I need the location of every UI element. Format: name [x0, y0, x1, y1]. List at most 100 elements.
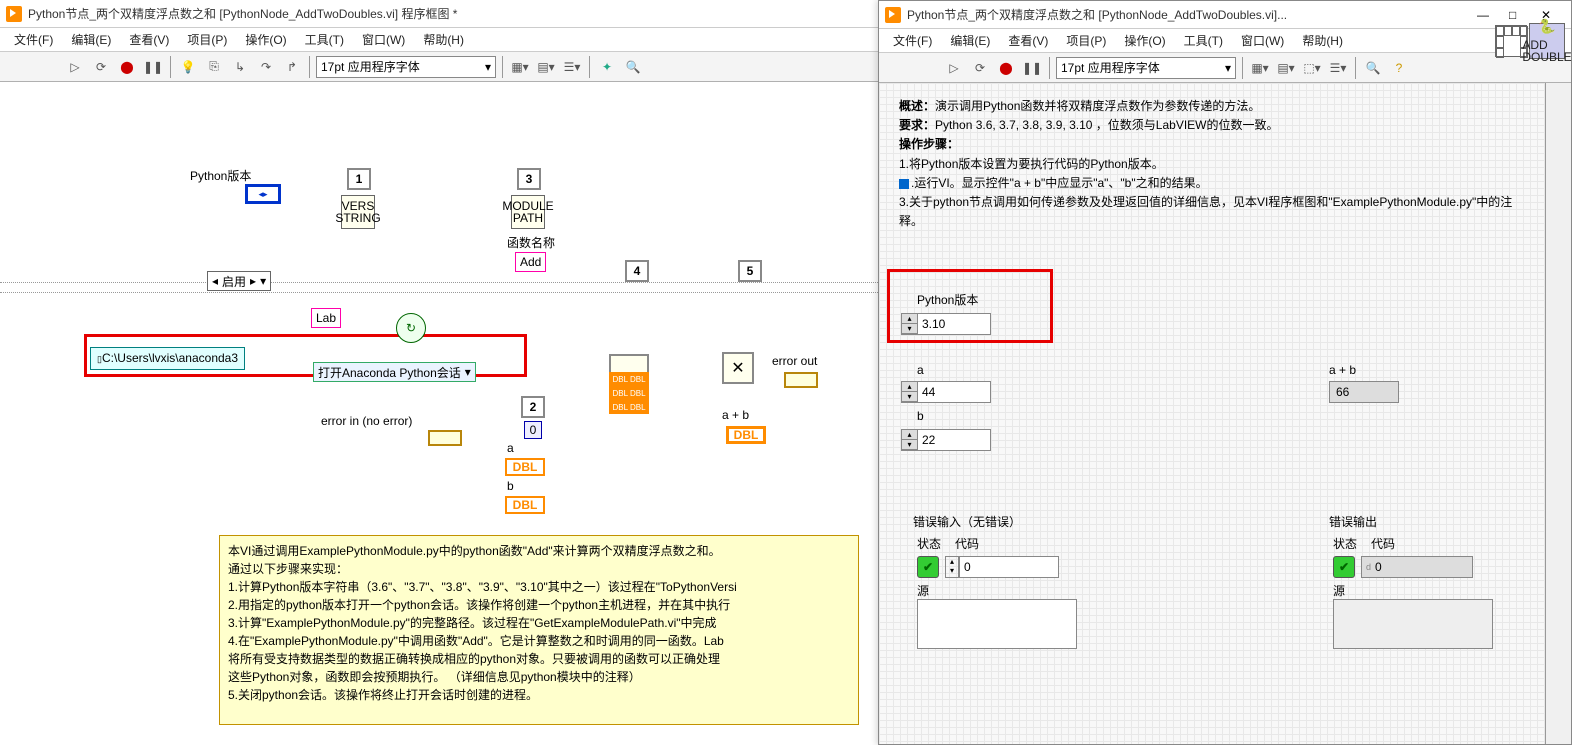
anaconda-path[interactable]: ▯C:\Users\lvxis\anaconda3 — [90, 347, 245, 370]
menu-window[interactable]: 窗口(W) — [354, 28, 413, 51]
dbl-grid2: DBL DBL — [609, 386, 649, 400]
a-terminal[interactable]: DBL — [505, 458, 545, 476]
a-control[interactable]: ▴▾ 44 — [901, 381, 991, 403]
fp-menu-view[interactable]: 查看(V) — [1000, 29, 1056, 52]
error-out-label: error out — [772, 354, 817, 368]
menu-project[interactable]: 项目(P) — [179, 28, 235, 51]
fp-pause-button[interactable]: ❚❚ — [1021, 57, 1043, 79]
fp-help-button[interactable]: ? — [1388, 57, 1410, 79]
run-button[interactable]: ▷ — [64, 56, 86, 78]
fp-menu-operate[interactable]: 操作(O) — [1116, 29, 1173, 52]
fp-menu-help[interactable]: 帮助(H) — [1294, 29, 1351, 52]
fp-menu-window[interactable]: 窗口(W) — [1233, 29, 1292, 52]
err-in-code[interactable]: 0 — [959, 556, 1059, 578]
abort-button[interactable]: ⬤ — [116, 56, 138, 78]
menu-view[interactable]: 查看(V) — [121, 28, 177, 51]
fp-titlebar: Python节点_两个双精度浮点数之和 [PythonNode_AddTwoDo… — [879, 1, 1571, 29]
enable-selector[interactable]: ◂启用▸▾ — [207, 271, 271, 291]
dbl-grid: DBL DBL — [609, 400, 649, 414]
menu-help[interactable]: 帮助(H) — [415, 28, 472, 51]
retain-button[interactable]: ⎘ — [203, 56, 225, 78]
module-path-node[interactable]: MODULE PATH — [511, 195, 545, 229]
menu-file[interactable]: 文件(F) — [6, 28, 61, 51]
func-name-label: 函数名称 — [507, 234, 555, 251]
err-in-led[interactable]: ✔ — [917, 556, 939, 578]
fp-toolbar: ▷ ⟳ ⬤ ❚❚ 17pt 应用程序字体▾ ▦▾ ▤▾ ⬚▾ ☰▾ 🔍 ? — [879, 53, 1571, 83]
app-icon — [885, 7, 901, 23]
err-in-source[interactable] — [917, 599, 1077, 649]
dbl-grid3: DBL DBL — [609, 372, 649, 386]
seq-4: 4 — [625, 260, 649, 282]
func-name-value[interactable]: Add — [515, 252, 546, 272]
ab-indicator: 66 — [1329, 381, 1399, 403]
bd-title: Python节点_两个双精度浮点数之和 [PythonNode_AddTwoDo… — [28, 5, 457, 22]
fp-menubar: 文件(F) 编辑(E) 查看(V) 项目(P) 操作(O) 工具(T) 窗口(W… — [879, 29, 1571, 53]
a-ctrl-label: a — [917, 363, 924, 377]
error-out-terminal[interactable] — [784, 372, 818, 388]
fp-menu-tools[interactable]: 工具(T) — [1176, 29, 1231, 52]
python-version-terminal[interactable]: ◂▸ — [245, 184, 281, 204]
error-out-cluster: 状态代码 ✔ d0 源 — [1333, 535, 1493, 649]
err-in-label: 错误输入（无错误） — [913, 513, 1021, 530]
seq-3: 3 — [517, 168, 541, 190]
menu-edit[interactable]: 编辑(E) — [63, 28, 119, 51]
menu-tools[interactable]: 工具(T) — [297, 28, 352, 51]
fp-menu-edit[interactable]: 编辑(E) — [942, 29, 998, 52]
fp-search-button[interactable]: 🔍 — [1362, 57, 1384, 79]
fp-abort-button[interactable]: ⬤ — [995, 57, 1017, 79]
font-selector[interactable]: 17pt 应用程序字体▾ — [316, 56, 496, 78]
ab-terminal[interactable]: DBL — [726, 426, 766, 444]
fp-menu-file[interactable]: 文件(F) — [885, 29, 940, 52]
error-in-cluster[interactable]: 状态代码 ✔ ▴▾0 源 — [917, 535, 1077, 649]
fp-font-selector[interactable]: 17pt 应用程序字体▾ — [1056, 57, 1236, 79]
ab-label: a + b — [722, 408, 749, 422]
step-out-button[interactable]: ↱ — [281, 56, 303, 78]
highlight-button[interactable]: 💡 — [177, 56, 199, 78]
bd-help-text: 本VI通过调用ExamplePythonModule.py中的python函数"… — [219, 535, 859, 725]
ab-ind-label: a + b — [1329, 363, 1356, 377]
pause-button[interactable]: ❚❚ — [142, 56, 164, 78]
fp-align-button[interactable]: ▦▾ — [1249, 57, 1271, 79]
python-version-label: Python版本 — [190, 167, 251, 184]
step-over-button[interactable]: ↷ — [255, 56, 277, 78]
minimize-button[interactable] — [1477, 8, 1491, 22]
error-in-terminal[interactable] — [428, 430, 462, 446]
b-control[interactable]: ▴▾ 22 — [901, 429, 991, 451]
block-diagram-canvas[interactable]: Python版本 ◂▸ 1 VERS STRING 3 MODULE PATH … — [0, 82, 878, 745]
fp-menu-project[interactable]: 项目(P) — [1058, 29, 1114, 52]
search-button[interactable]: 🔍 — [622, 56, 644, 78]
step-in-button[interactable]: ↳ — [229, 56, 251, 78]
front-panel-window: Python节点_两个双精度浮点数之和 [PythonNode_AddTwoDo… — [878, 0, 1572, 745]
app-icon — [6, 6, 22, 22]
fp-help-text: 概述：演示调用Python函数并将双精度浮点数作为参数传递的方法。 要求：Pyt… — [899, 97, 1519, 231]
fp-distribute-button[interactable]: ▤▾ — [1275, 57, 1297, 79]
err-out-label: 错误输出 — [1329, 513, 1377, 530]
fp-scrollbar[interactable] — [1545, 83, 1571, 744]
b-terminal[interactable]: DBL — [505, 496, 545, 514]
reorder-button[interactable]: ☰▾ — [561, 56, 583, 78]
b-ctrl-label: b — [917, 409, 924, 423]
err-out-source — [1333, 599, 1493, 649]
a-label: a — [507, 441, 514, 455]
vers-string-node[interactable]: VERS STRING — [341, 195, 375, 229]
vi-icon[interactable]: 🐍 ADD DOUBLE — [1529, 23, 1565, 59]
err-out-led: ✔ — [1333, 556, 1355, 578]
fp-run-cont-button[interactable]: ⟳ — [969, 57, 991, 79]
fp-resize-button[interactable]: ⬚▾ — [1301, 57, 1323, 79]
error-in-label: error in (no error) — [321, 414, 412, 428]
align-button[interactable]: ▦▾ — [509, 56, 531, 78]
fp-run-button[interactable]: ▷ — [943, 57, 965, 79]
fp-reorder-button[interactable]: ☰▾ — [1327, 57, 1349, 79]
zero-constant[interactable]: 0 — [524, 421, 542, 439]
close-session-node[interactable]: ✕ — [722, 352, 754, 384]
distribute-button[interactable]: ▤▾ — [535, 56, 557, 78]
cleanup-button[interactable]: ✦ — [596, 56, 618, 78]
menu-operate[interactable]: 操作(O) — [237, 28, 294, 51]
maximize-button[interactable] — [1509, 8, 1523, 22]
lab-constant[interactable]: Lab — [311, 308, 341, 328]
open-session-dropdown[interactable]: 打开Anaconda Python会话▾ — [313, 362, 476, 382]
open-session-icon[interactable]: ↻ — [396, 313, 426, 343]
pyver-control[interactable]: ▴▾ 3.10 — [901, 313, 991, 335]
front-panel-canvas[interactable]: 概述：演示调用Python函数并将双精度浮点数作为参数传递的方法。 要求：Pyt… — [879, 83, 1545, 744]
run-cont-button[interactable]: ⟳ — [90, 56, 112, 78]
